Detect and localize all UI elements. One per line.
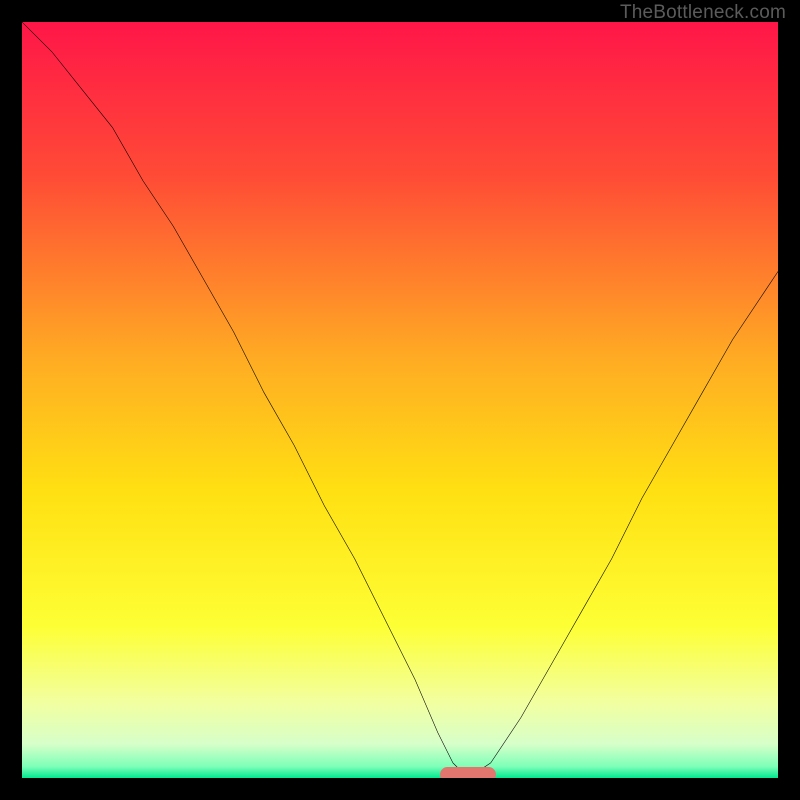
plot-area [22,22,778,778]
optimal-marker [440,767,497,778]
watermark-text: TheBottleneck.com [620,2,786,24]
chart-frame: TheBottleneck.com [0,0,800,800]
bottleneck-curve [22,22,778,778]
